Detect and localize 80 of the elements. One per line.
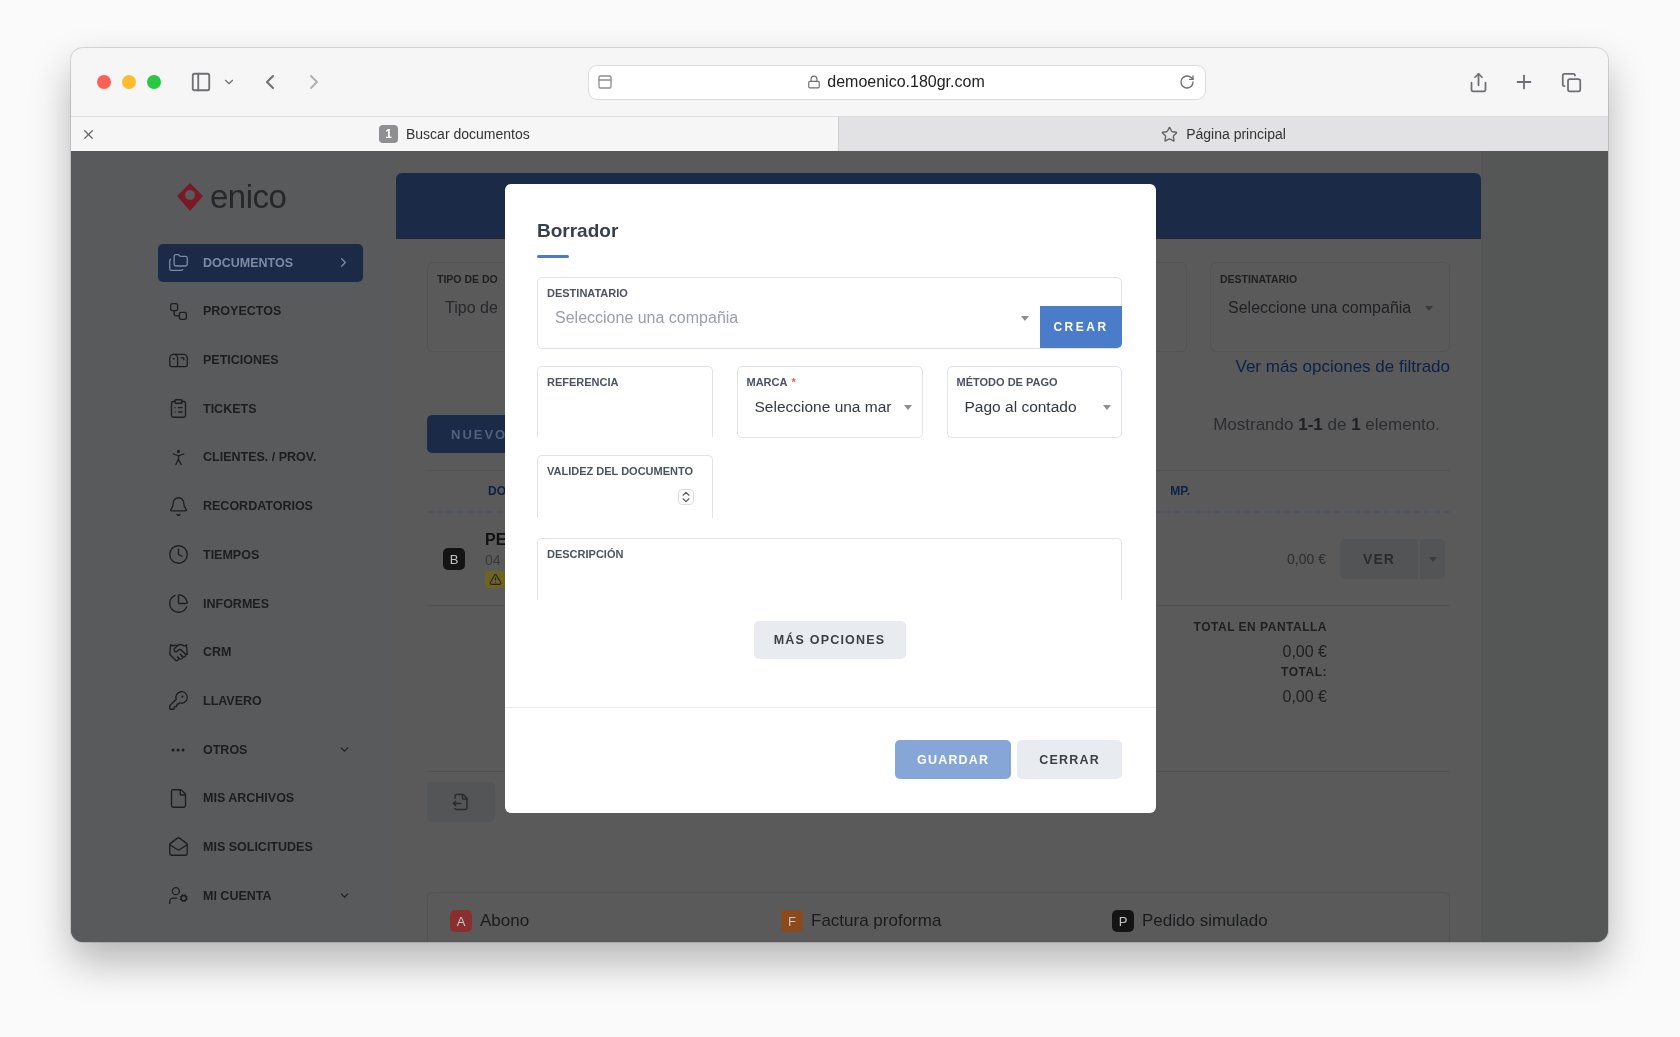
- reload-icon[interactable]: [1179, 74, 1195, 90]
- star-icon: [1161, 125, 1179, 143]
- legend-label: Abono: [480, 911, 530, 931]
- select-value: Pago al contado: [964, 398, 1077, 416]
- legend-label: Factura proforma: [811, 911, 942, 931]
- sidebar-item[interactable]: DOCUMENTOS: [158, 243, 363, 282]
- field-label: VALIDEZ DEL DOCUMENTO: [547, 465, 695, 477]
- field-label: DESCRIPCIÓN: [547, 548, 625, 560]
- close-window-button[interactable]: [97, 75, 111, 89]
- sidebar-item[interactable]: INFORMES: [158, 584, 363, 623]
- more-options-button[interactable]: MÁS OPCIONES: [753, 621, 906, 659]
- sidebar-item[interactable]: TICKETS: [158, 389, 363, 428]
- type-badge: B: [443, 548, 465, 570]
- sidebar-item[interactable]: TIEMPOS: [158, 535, 363, 574]
- filter-field[interactable]: DESTINATARIO Seleccione una compañia: [1210, 262, 1450, 352]
- page-icon: [597, 74, 613, 90]
- column-header: DO: [488, 484, 506, 498]
- share-icon[interactable]: [1468, 71, 1489, 93]
- envelope-icon: [168, 836, 189, 858]
- sidebar-item[interactable]: LLAVERO: [158, 681, 363, 720]
- title-underline: [537, 255, 569, 258]
- ellipsis-icon: [171, 747, 185, 752]
- sidebar-toggle-icon[interactable]: [190, 71, 212, 93]
- tabs-overview-icon[interactable]: [1561, 71, 1582, 93]
- caret-icon: [1103, 404, 1111, 410]
- clock-icon: [168, 544, 189, 566]
- filter-link[interactable]: Ver más opciones de filtrado: [1235, 357, 1450, 377]
- type-badge: F: [781, 910, 803, 932]
- number-field[interactable]: VALIDEZ DEL DOCUMENTO: [537, 455, 713, 518]
- pie-chart-icon: [168, 593, 189, 614]
- text-field[interactable]: REFERENCIA: [537, 366, 713, 437]
- file-export-icon: [452, 793, 470, 811]
- folders-icon: [168, 252, 189, 274]
- handshake-icon: [168, 641, 189, 663]
- sidebar-item[interactable]: RECORDATORIOS: [158, 487, 363, 526]
- address-bar[interactable]: demoenico.180gr.com: [588, 64, 1206, 100]
- caret-icon: [1425, 305, 1434, 311]
- total-label: TOTAL EN PANTALLA: [1193, 620, 1327, 634]
- file-icon: [168, 787, 189, 809]
- logo-icon: [176, 182, 204, 212]
- total-value: 0,00 €: [1282, 643, 1327, 661]
- select-value: Seleccione una mar: [754, 398, 892, 416]
- browser-tab[interactable]: Página principal: [838, 117, 1608, 151]
- dialog-title: Borrador: [537, 220, 620, 242]
- type-badge: P: [1112, 910, 1134, 932]
- tab-badge: 1: [379, 125, 398, 143]
- url-text: demoenico.180gr.com: [827, 73, 985, 91]
- field-label: MARCA *: [746, 376, 797, 388]
- type-badge: A: [450, 910, 472, 932]
- sidebar-item[interactable]: MI CUENTA: [158, 876, 363, 915]
- lock-icon: [807, 75, 822, 89]
- required-mark: *: [791, 376, 796, 388]
- sidebar-item[interactable]: MIS ARCHIVOS: [158, 779, 363, 818]
- sidebar-item[interactable]: CRM: [158, 633, 363, 672]
- sidebar-item[interactable]: MIS SOLICITUDES: [158, 827, 363, 866]
- total-value: 0,00 €: [1282, 688, 1327, 706]
- clipboard-icon: [168, 398, 189, 420]
- column-header: MP.: [1170, 484, 1190, 498]
- select-field[interactable]: MÉTODO DE PAGO Pago al contado: [946, 366, 1122, 438]
- company-select[interactable]: DESTINATARIO Seleccione una compañia CREAR: [537, 277, 1122, 349]
- caret-icon: [903, 404, 912, 410]
- legend-label: Pedido simulado: [1142, 911, 1268, 931]
- user-gear-icon: [168, 885, 189, 907]
- spinner-icon[interactable]: [677, 489, 694, 505]
- description-field[interactable]: DESCRIPCIÓN: [537, 538, 1122, 600]
- sidebar-item[interactable]: PROYECTOS: [158, 292, 363, 331]
- sidebar-item[interactable]: PETICIONES: [158, 341, 363, 380]
- field-label: REFERENCIA: [547, 376, 620, 388]
- flowchart-icon: [168, 300, 189, 322]
- sidebar-item[interactable]: CLIENTES. / PROV.: [158, 438, 363, 477]
- close-button[interactable]: CERRAR: [1017, 740, 1122, 779]
- bell-icon: [168, 495, 189, 517]
- document-title: PE: [485, 530, 507, 549]
- create-button[interactable]: CREAR: [1040, 306, 1122, 348]
- caret-icon: [1021, 315, 1029, 321]
- key-icon: [168, 690, 189, 712]
- select-field[interactable]: MARCA * Seleccione una mar: [736, 366, 923, 438]
- field-label: MÉTODO DE PAGO: [956, 376, 1059, 388]
- total-label: TOTAL:: [1281, 665, 1327, 679]
- sidebar-item[interactable]: OTROS: [158, 730, 363, 769]
